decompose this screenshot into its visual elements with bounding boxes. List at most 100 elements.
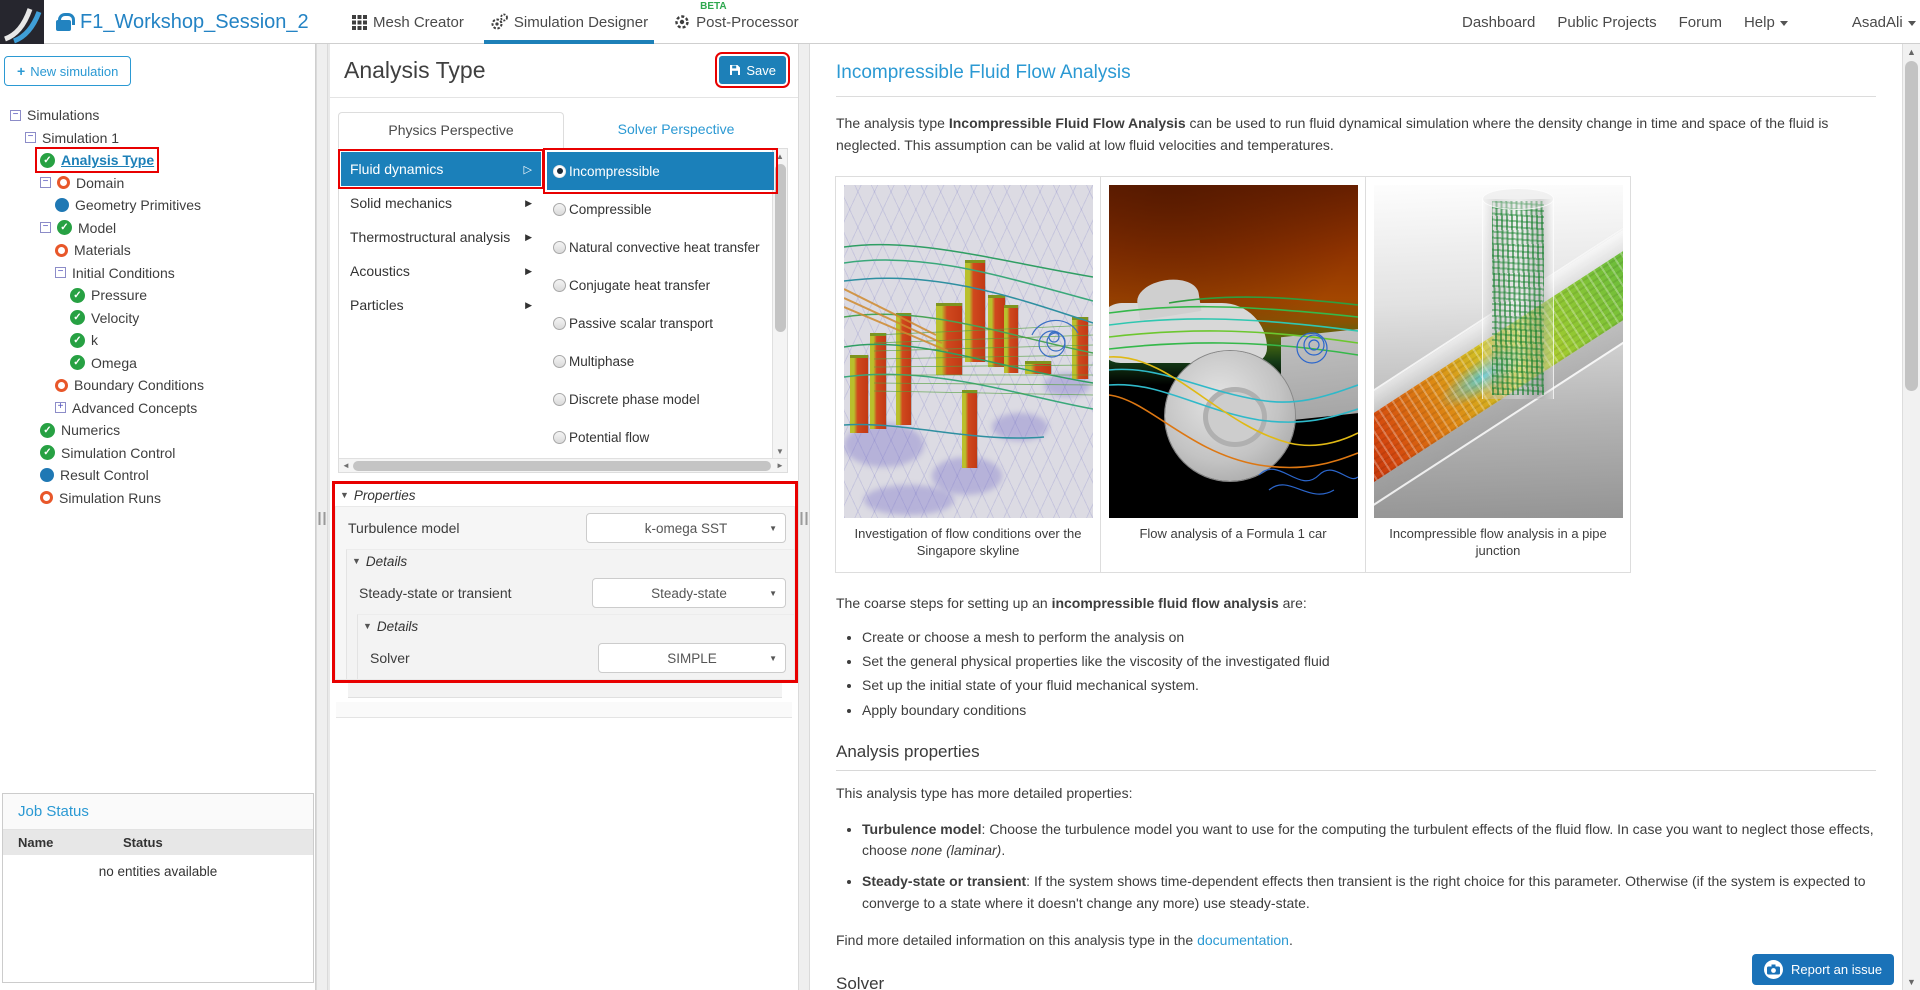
tab-post-processor[interactable]: BETA Post-Processor — [670, 0, 803, 44]
turbulence-model-select[interactable]: k-omega SST ▼ — [586, 513, 786, 543]
analysis-option-multiphase[interactable]: Multiphase — [547, 342, 774, 380]
report-issue-button[interactable]: Report an issue — [1752, 954, 1895, 985]
solver-select[interactable]: SIMPLE ▼ — [598, 643, 786, 673]
tab-physics-perspective[interactable]: Physics Perspective — [338, 112, 564, 149]
project-title[interactable]: F1_Workshop_Session_2 — [80, 11, 309, 34]
scroll-right-icon[interactable]: ► — [773, 459, 787, 473]
sidebar-resize-handle[interactable] — [316, 44, 328, 990]
tree-item-simulation-1[interactable]: − Simulation 1 — [0, 127, 314, 150]
setup-step: Create or choose a mesh to perform the a… — [862, 627, 1876, 647]
collapse-icon[interactable]: − — [40, 177, 51, 189]
tree-item-simulation-runs[interactable]: Simulation Runs — [0, 487, 314, 510]
tree-item-pressure[interactable]: ✓ Pressure — [0, 284, 314, 307]
tree-item-k[interactable]: ✓ k — [0, 329, 314, 352]
simscale-logo[interactable] — [0, 0, 44, 44]
radio-icon[interactable] — [553, 316, 566, 330]
property-bullet: Turbulence model: Choose the turbulence … — [862, 819, 1876, 862]
scrollbar-thumb[interactable] — [775, 164, 786, 332]
analysis-option-natural-convective-heat-transfer[interactable]: Natural convective heat transfer — [547, 228, 774, 266]
radio-icon[interactable] — [553, 202, 566, 216]
tab-mesh-creator[interactable]: Mesh Creator — [348, 0, 468, 44]
tree-item-velocity[interactable]: ✓ Velocity — [0, 307, 314, 330]
tree-item-omega[interactable]: ✓ Omega — [0, 352, 314, 375]
property-bullet: Steady-state or transient: If the system… — [862, 871, 1876, 914]
radio-icon[interactable] — [553, 354, 566, 368]
nav-forum[interactable]: Forum — [1679, 14, 1722, 31]
status-incomplete-icon — [55, 378, 68, 392]
tree-item-materials[interactable]: Materials — [0, 239, 314, 262]
analysis-option-conjugate-heat-transfer[interactable]: Conjugate heat transfer — [547, 266, 774, 304]
tab-solver-perspective[interactable]: Solver Perspective — [564, 112, 788, 148]
scroll-left-icon[interactable]: ◄ — [339, 459, 353, 473]
scroll-up-icon[interactable]: ▲ — [773, 149, 787, 163]
status-complete-icon: ✓ — [70, 355, 85, 371]
tree-item-simulation-control[interactable]: ✓ Simulation Control — [0, 442, 314, 465]
steady-state-select[interactable]: Steady-state ▼ — [592, 578, 786, 608]
save-button[interactable]: Save — [715, 52, 790, 88]
tree-item-initial-conditions[interactable]: − Initial Conditions — [0, 262, 314, 285]
panel-resize-handle[interactable] — [798, 44, 810, 990]
physics-item-acoustics[interactable]: Acoustics ▶ — [341, 254, 541, 288]
submenu-arrow-icon: ▶ — [525, 197, 532, 208]
tree-item-advanced-concepts[interactable]: + Advanced Concepts — [0, 397, 314, 420]
nav-public-projects[interactable]: Public Projects — [1557, 14, 1656, 31]
details-header[interactable]: ▼ Details — [347, 550, 794, 572]
tree-item-domain[interactable]: − Domain — [0, 172, 314, 195]
status-info-icon — [55, 198, 69, 213]
documentation-link[interactable]: documentation — [1197, 932, 1289, 948]
radio-icon[interactable] — [553, 164, 566, 178]
tree-item-numerics[interactable]: ✓ Numerics — [0, 419, 314, 442]
tab-simulation-designer[interactable]: Simulation Designer — [483, 0, 655, 44]
figure-caption: Incompressible flow analysis in a pipe j… — [1389, 526, 1607, 559]
page-scrollbar[interactable]: ▲ ▼ — [1902, 44, 1920, 990]
physics-item-fluid-dynamics[interactable]: Fluid dynamics ▷ — [338, 149, 544, 189]
collapse-icon[interactable]: − — [10, 109, 21, 121]
scroll-down-icon[interactable]: ▼ — [773, 444, 787, 458]
collapse-icon[interactable]: − — [40, 222, 51, 234]
setup-steps-list: Create or choose a mesh to perform the a… — [862, 627, 1876, 720]
radio-icon[interactable] — [553, 240, 566, 254]
collapse-icon[interactable]: − — [55, 267, 66, 279]
simulation-tree: − Simulations − Simulation 1 ✓ Analysis Type −… — [0, 104, 314, 509]
tree-item-label: Model — [78, 219, 117, 236]
analysis-option-compressible[interactable]: Compressible — [547, 190, 774, 228]
status-info-icon — [40, 468, 54, 483]
tree-item-result-control[interactable]: Result Control — [0, 464, 314, 487]
horizontal-scrollbar[interactable]: ◄ ► — [339, 458, 787, 472]
physics-item-thermostructural-analysis[interactable]: Thermostructural analysis ▶ — [341, 220, 541, 254]
scroll-up-icon[interactable]: ▲ — [1903, 44, 1920, 60]
nav-dashboard[interactable]: Dashboard — [1462, 14, 1535, 31]
analysis-option-passive-scalar-transport[interactable]: Passive scalar transport — [547, 304, 774, 342]
tree-item-label: Initial Conditions — [72, 264, 175, 281]
figure-caption: Investigation of flow conditions over th… — [854, 526, 1082, 559]
radio-icon[interactable] — [553, 278, 566, 292]
collapse-icon[interactable]: − — [25, 132, 36, 144]
details-header[interactable]: ▼ Details — [358, 615, 794, 637]
physics-item-solid-mechanics[interactable]: Solid mechanics ▶ — [341, 186, 541, 220]
physics-item-particles[interactable]: Particles ▶ — [341, 288, 541, 322]
scroll-down-icon[interactable]: ▼ — [1903, 974, 1920, 990]
camera-icon — [1764, 960, 1783, 979]
scrollbar-thumb[interactable] — [1905, 61, 1918, 391]
panel-footer-strip — [348, 680, 782, 698]
radio-icon[interactable] — [553, 392, 566, 406]
top-navbar: F1_Workshop_Session_2 Mesh Creator Simul… — [0, 0, 1920, 44]
analysis-option-potential-flow[interactable]: Potential flow — [547, 418, 774, 456]
new-simulation-button[interactable]: + New simulation — [4, 56, 132, 86]
scrollbar-thumb[interactable] — [353, 461, 771, 471]
analysis-option-discrete-phase-model[interactable]: Discrete phase model — [547, 380, 774, 418]
nav-help-menu[interactable]: Help — [1744, 14, 1788, 31]
user-menu[interactable]: AsadAli — [1852, 14, 1916, 31]
properties-header[interactable]: ▼ Properties — [335, 484, 795, 506]
setup-step: Set the general physical properties like… — [862, 651, 1876, 671]
analysis-option-incompressible[interactable]: Incompressible — [543, 148, 778, 194]
vertical-scrollbar[interactable]: ▲ ▼ — [772, 149, 787, 458]
expand-icon[interactable]: + — [55, 402, 66, 414]
tree-item-model[interactable]: − ✓ Model — [0, 217, 314, 240]
tree-item-geometry-primitives[interactable]: Geometry Primitives — [0, 194, 314, 217]
tree-item-boundary-conditions[interactable]: Boundary Conditions — [0, 374, 314, 397]
tree-item-analysis-type[interactable]: ✓ Analysis Type — [0, 147, 314, 174]
tree-item-simulations[interactable]: − Simulations — [0, 104, 314, 127]
project-header: F1_Workshop_Session_2 — [56, 0, 309, 44]
radio-icon[interactable] — [553, 430, 566, 444]
